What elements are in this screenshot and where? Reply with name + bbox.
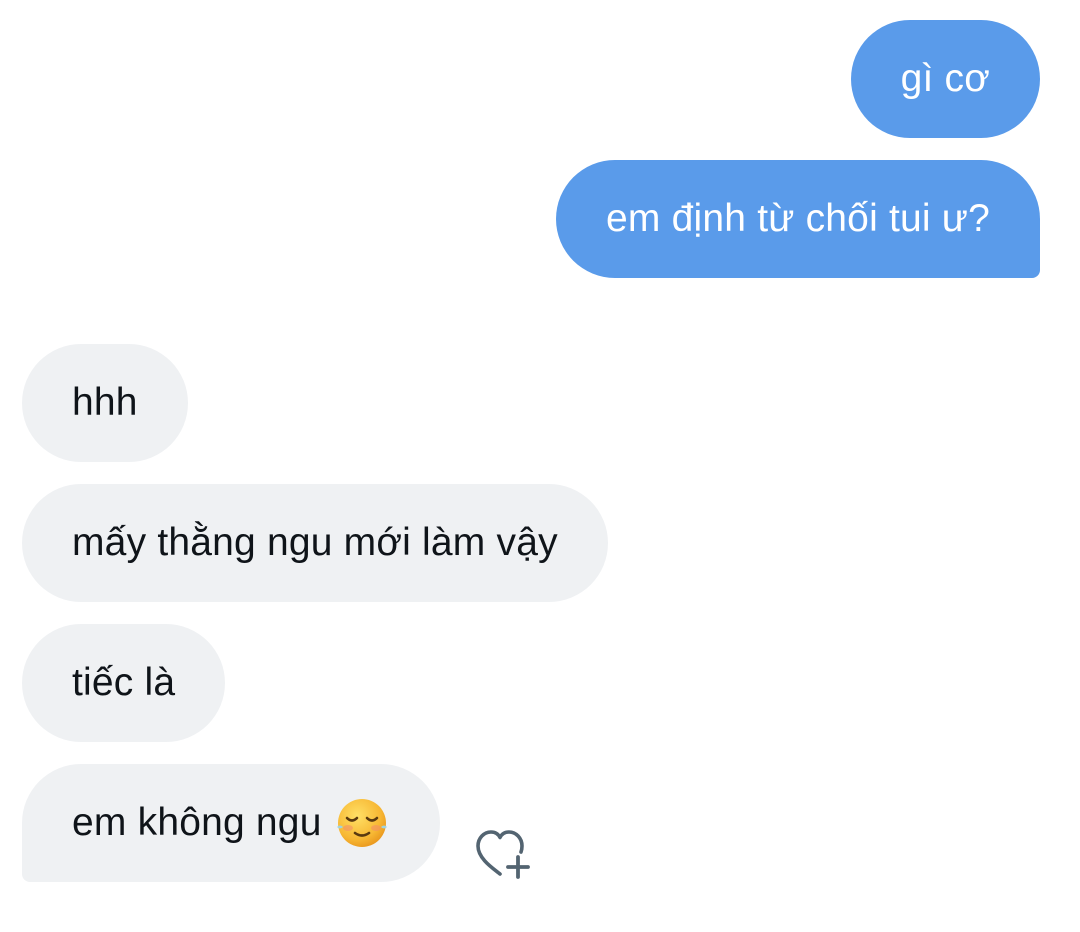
message-text: mấy thằng ngu mới làm vậy bbox=[72, 521, 558, 564]
sent-message-bubble[interactable]: em định từ chối tui ư? bbox=[556, 160, 1040, 278]
relieved-face-icon bbox=[336, 797, 388, 849]
received-message-bubble[interactable]: tiếc là bbox=[22, 624, 226, 742]
received-message-bubble[interactable]: mấy thằng ngu mới làm vậy bbox=[22, 484, 608, 602]
add-reaction-button[interactable] bbox=[472, 826, 534, 882]
heart-plus-icon bbox=[472, 830, 534, 886]
received-message-bubble[interactable]: em không ngu bbox=[22, 764, 440, 882]
received-message-bubble[interactable]: hhh bbox=[22, 344, 188, 462]
message-text: tiếc là bbox=[72, 661, 176, 704]
message-text: hhh bbox=[72, 381, 138, 424]
message-text: em định từ chối tui ư? bbox=[606, 197, 990, 240]
message-text: gì cơ bbox=[900, 57, 990, 100]
message-text: em không ngu bbox=[72, 801, 322, 844]
sent-message-bubble[interactable]: gì cơ bbox=[850, 20, 1040, 138]
